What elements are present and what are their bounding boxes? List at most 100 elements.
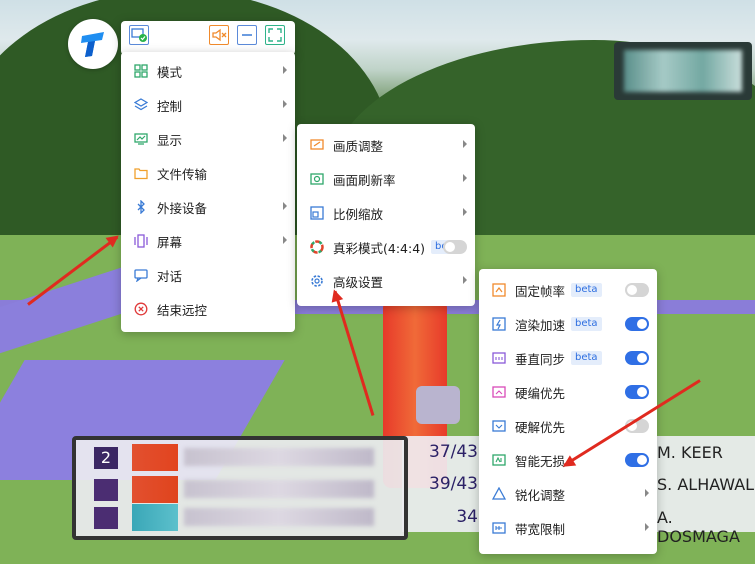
close-circle-icon	[133, 301, 149, 317]
menu-item-scale[interactable]: 比例缩放	[297, 196, 475, 230]
fullscreen-icon[interactable]	[265, 25, 285, 45]
scoreboard-row	[76, 476, 404, 503]
athlete-name: A. DOSMAGA	[657, 508, 740, 546]
menu-item-label: 画面刷新率	[333, 172, 396, 188]
menu-item-label: 控制	[157, 98, 183, 114]
color-wheel-icon	[309, 239, 325, 255]
chevron-right-icon	[463, 174, 467, 182]
grid-icon	[133, 63, 149, 79]
display-submenu: 画质调整 画面刷新率 比例缩放 真彩模式(4:4:4) beta 高级设置	[297, 124, 475, 306]
flag-blurred	[132, 444, 178, 471]
fixed-fps-toggle[interactable]	[625, 283, 649, 297]
bluetooth-icon	[133, 199, 149, 215]
chat-icon	[133, 267, 149, 283]
menu-item-label: 锐化调整	[515, 487, 566, 503]
minimize-icon[interactable]	[237, 25, 257, 45]
menu-item-label: 文件传输	[157, 166, 208, 182]
vsync-icon	[491, 350, 507, 366]
advanced-settings-submenu: 固定帧率 beta 渲染加速 beta 垂直同步 beta 硬编优先 硬解优先 …	[479, 269, 657, 554]
menu-item-chat[interactable]: 对话	[121, 258, 295, 292]
flag-blurred	[132, 504, 178, 531]
todesk-logo-icon	[81, 32, 104, 57]
menu-item-label: 画质调整	[333, 138, 384, 154]
hw-encode-icon	[491, 384, 507, 400]
chevron-right-icon	[283, 66, 287, 74]
menu-item-hw-encode[interactable]: 硬编优先	[479, 375, 657, 409]
menu-item-label: 硬解优先	[515, 419, 566, 435]
screens-icon	[133, 233, 149, 249]
beta-badge: beta	[571, 283, 602, 297]
menu-item-label: 外接设备	[157, 200, 208, 216]
menu-item-label: 高级设置	[333, 274, 384, 290]
menu-item-label: 结束远控	[157, 302, 208, 318]
menu-item-label: 模式	[157, 64, 183, 80]
name-blurred	[184, 480, 374, 498]
menu-item-label: 屏幕	[157, 234, 183, 250]
menu-item-screen[interactable]: 屏幕	[121, 224, 295, 258]
folder-icon	[133, 165, 149, 181]
chevron-right-icon	[283, 134, 287, 142]
vsync-toggle[interactable]	[625, 351, 649, 365]
true-color-toggle[interactable]	[443, 240, 467, 254]
menu-item-sharpen[interactable]: 锐化调整	[479, 477, 657, 511]
gear-icon	[309, 273, 325, 289]
smart-lossless-toggle[interactable]	[625, 453, 649, 467]
score-value: 37/43	[429, 442, 478, 462]
monitor-chart-icon	[133, 131, 149, 147]
blurred-face	[416, 386, 460, 424]
menu-item-label: 显示	[157, 132, 183, 148]
main-menu: 模式 控制 显示 文件传输 外接设备 屏幕 对话 结束远控	[121, 52, 295, 332]
menu-item-refresh-rate[interactable]: 画面刷新率	[297, 162, 475, 196]
menu-item-peripherals[interactable]: 外接设备	[121, 190, 295, 224]
score-value: 39/43	[429, 474, 478, 494]
hw-encode-toggle[interactable]	[625, 385, 649, 399]
menu-item-mode[interactable]: 模式	[121, 54, 295, 88]
menu-item-end-remote[interactable]: 结束远控	[121, 292, 295, 326]
bandwidth-icon	[491, 520, 507, 536]
chevron-right-icon	[645, 523, 649, 531]
rank-badge	[94, 507, 118, 529]
broadcast-logo	[614, 42, 752, 100]
chevron-right-icon	[283, 236, 287, 244]
smart-lossless-icon	[491, 452, 507, 468]
rank-badge	[94, 479, 118, 501]
name-blurred	[184, 448, 374, 466]
menu-item-label: 硬编优先	[515, 385, 566, 401]
layers-icon	[133, 97, 149, 113]
menu-item-bandwidth[interactable]: 带宽限制	[479, 511, 657, 545]
remote-toolbar	[121, 21, 295, 55]
mute-speaker-icon[interactable]	[209, 25, 229, 45]
menu-item-vsync[interactable]: 垂直同步 beta	[479, 341, 657, 375]
rank-badge: 2	[94, 447, 118, 469]
athlete-name: S. ALHAWAL	[657, 475, 755, 494]
app-logo-button[interactable]	[68, 19, 118, 69]
menu-item-control[interactable]: 控制	[121, 88, 295, 122]
menu-item-render-boost[interactable]: 渲染加速 beta	[479, 307, 657, 341]
menu-item-label: 渲染加速	[515, 317, 566, 333]
menu-item-label: 垂直同步	[515, 351, 566, 367]
chevron-right-icon	[463, 208, 467, 216]
athlete-name: M. KEER	[657, 443, 723, 462]
menu-item-label: 对话	[157, 268, 183, 284]
menu-item-hw-decode[interactable]: 硬解优先	[479, 409, 657, 443]
screen-check-icon[interactable]	[129, 25, 149, 45]
menu-item-fixed-fps[interactable]: 固定帧率 beta	[479, 273, 657, 307]
name-blurred	[184, 508, 374, 526]
chevron-right-icon	[283, 202, 287, 210]
chevron-right-icon	[463, 276, 467, 284]
scoreboard-row	[76, 504, 404, 531]
menu-item-true-color[interactable]: 真彩模式(4:4:4) beta	[297, 230, 475, 264]
render-boost-toggle[interactable]	[625, 317, 649, 331]
scoreboard: 2	[72, 436, 408, 540]
fixed-fps-icon	[491, 282, 507, 298]
menu-item-label: 比例缩放	[333, 206, 384, 222]
menu-item-image-quality[interactable]: 画质调整	[297, 128, 475, 162]
menu-item-label: 智能无损	[515, 453, 566, 469]
menu-item-display[interactable]: 显示	[121, 122, 295, 156]
menu-item-advanced-settings[interactable]: 高级设置	[297, 264, 475, 298]
menu-item-file-transfer[interactable]: 文件传输	[121, 156, 295, 190]
render-boost-icon	[491, 316, 507, 332]
chevron-right-icon	[283, 100, 287, 108]
chevron-right-icon	[463, 140, 467, 148]
refresh-rate-icon	[309, 171, 325, 187]
